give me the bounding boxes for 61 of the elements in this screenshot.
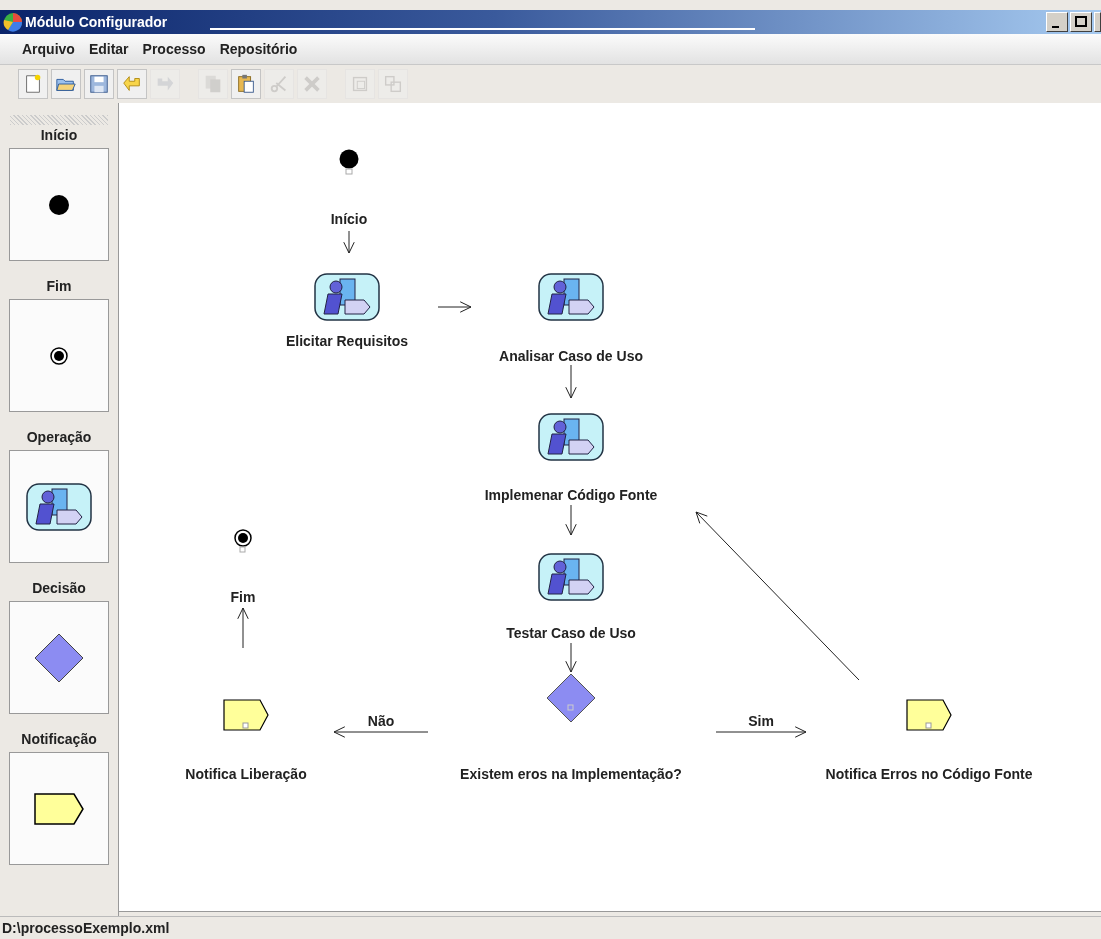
operation-node xyxy=(538,553,604,601)
menu-item[interactable]: Repositório xyxy=(219,41,298,57)
node-label: Início xyxy=(330,211,368,227)
notification-palette-tool[interactable] xyxy=(9,752,109,865)
connector-arrow xyxy=(565,504,577,536)
app-icon xyxy=(3,12,23,32)
maximize-button[interactable] xyxy=(1070,12,1092,32)
window-title: Módulo Configurador xyxy=(25,14,168,30)
palette-label: Decisão xyxy=(32,580,86,596)
maximize-icon xyxy=(1074,15,1088,29)
palette-label: Operação xyxy=(26,429,92,445)
operation-node xyxy=(538,273,604,321)
save-button[interactable] xyxy=(84,69,114,99)
operation-node xyxy=(538,413,604,461)
menu-item[interactable]: Arquivo xyxy=(22,41,75,57)
node-label: Testar Caso de Uso xyxy=(506,625,636,641)
start-node xyxy=(338,149,360,175)
node-label: Elicitar Requisitos xyxy=(285,333,409,349)
connector-arrow xyxy=(565,642,577,673)
connector-arrow xyxy=(237,607,249,649)
operation-icon xyxy=(26,482,92,531)
ungroup-icon xyxy=(382,73,404,95)
connector-label: Sim xyxy=(748,713,774,729)
paste-button[interactable] xyxy=(231,69,261,99)
notification-node xyxy=(223,699,269,731)
node-label: Notifica Erros no Código Fonte xyxy=(825,766,1033,782)
close-button[interactable] xyxy=(1094,12,1101,32)
minimize-button[interactable] xyxy=(1046,12,1068,32)
open-button[interactable] xyxy=(51,69,81,99)
target-circle-icon xyxy=(49,345,69,366)
connector-arrow xyxy=(343,230,355,254)
node-label: Analisar Caso de Uso xyxy=(499,348,643,364)
clipboard-icon xyxy=(235,73,257,95)
menu-item[interactable]: Processo xyxy=(142,41,206,57)
new-button[interactable] xyxy=(18,69,48,99)
minimize-icon xyxy=(1052,25,1059,28)
palette-label: Fim xyxy=(46,278,72,294)
filled-circle-icon xyxy=(47,192,71,217)
start-palette-tool[interactable] xyxy=(9,148,109,261)
undo-button[interactable] xyxy=(117,69,147,99)
palette-label: Notificação xyxy=(21,731,97,747)
operation-node xyxy=(314,273,380,321)
node-label: Implemenar Código Fonte xyxy=(484,487,658,503)
connector-label: Não xyxy=(367,713,395,729)
end-node xyxy=(233,529,253,553)
connector-arrow xyxy=(565,364,577,399)
node-label: Existem eros na Implementação? xyxy=(460,766,682,782)
operation-palette-tool[interactable] xyxy=(9,450,109,563)
node-label: Fim xyxy=(230,589,256,605)
decision-palette-tool[interactable] xyxy=(9,601,109,714)
diamond-icon xyxy=(33,631,85,684)
palette-grip[interactable] xyxy=(10,115,108,125)
palette-label: Início xyxy=(40,127,78,143)
tag-shape-icon xyxy=(34,792,84,825)
menu-item[interactable]: Editar xyxy=(88,41,129,57)
node-label: Notifica Liberação xyxy=(185,766,307,782)
decision-node xyxy=(546,673,596,723)
end-palette-tool[interactable] xyxy=(9,299,109,412)
connector-arrow xyxy=(437,301,472,313)
file-path: D:\processoExemplo.xml xyxy=(2,920,170,936)
notification-node xyxy=(906,699,952,731)
